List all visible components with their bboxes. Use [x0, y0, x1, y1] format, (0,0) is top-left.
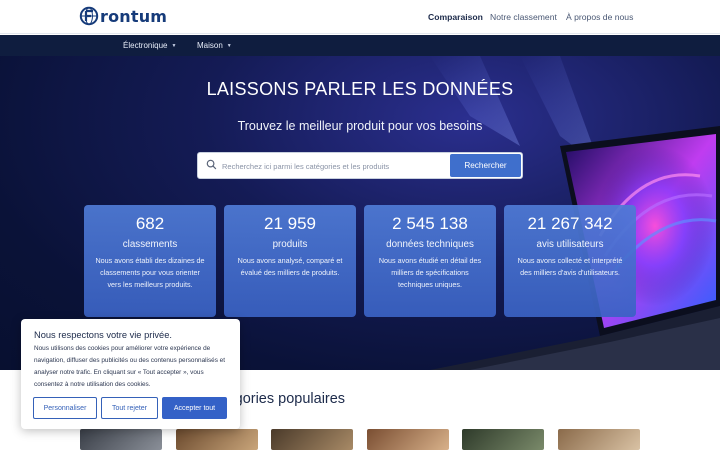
category-label: Électronique [123, 41, 168, 50]
category-bar: Électronique ▼ Maison ▼ [0, 35, 720, 56]
category-thumbnail[interactable] [271, 429, 353, 450]
category-thumbnail[interactable] [176, 429, 258, 450]
top-header: rontum Comparaison Notre classement À pr… [0, 0, 720, 34]
stat-card: 21 959 produits Nous avons analysé, comp… [224, 205, 356, 317]
chevron-down-icon: ▼ [171, 42, 177, 49]
stat-label: produits [272, 239, 308, 250]
stat-number: 2 545 138 [392, 214, 468, 233]
category-electronique[interactable]: Électronique ▼ [123, 41, 176, 50]
logo-text: rontum [100, 6, 168, 26]
reject-all-button[interactable]: Tout rejeter [101, 397, 158, 419]
stat-card: 682 classements Nous avons établi des di… [84, 205, 216, 317]
stat-label: classements [122, 239, 178, 250]
personaliser-button[interactable]: Personnaliser [33, 397, 97, 419]
nav-notre-classement[interactable]: Notre classement [490, 12, 557, 22]
stat-label: avis utilisateurs [536, 239, 604, 250]
logo[interactable]: rontum [79, 6, 167, 26]
nav-comparaison[interactable]: Comparaison [428, 12, 483, 22]
stat-card: 21 267 342 avis utilisateurs Nous avons … [504, 205, 636, 317]
stat-number: 21 959 [264, 214, 316, 233]
chevron-down-icon: ▼ [226, 42, 232, 49]
search-input[interactable] [222, 158, 446, 174]
stat-card: 2 545 138 données techniques Nous avons … [364, 205, 496, 317]
category-thumbnail[interactable] [80, 429, 162, 450]
stat-description: Nous avons analysé, comparé et évalué de… [237, 256, 343, 277]
stat-description: Nous avons collecté et interprété des mi… [517, 256, 623, 277]
stat-description: Nous avons établi des dizaines de classe… [95, 256, 205, 289]
stat-description: Nous avons étudié en détail des milliers… [378, 256, 482, 289]
category-thumbnail[interactable] [367, 429, 449, 450]
category-thumbnail[interactable] [462, 429, 544, 450]
search-icon [206, 159, 217, 170]
category-maison[interactable]: Maison ▼ [197, 41, 232, 50]
globe-f-icon [79, 6, 99, 26]
search-bar: Rechercher [197, 152, 523, 179]
hero-title: LAISSONS PARLER LES DONNÉES [206, 79, 514, 99]
nav-a-propos[interactable]: À propos de nous [566, 12, 633, 22]
category-label: Maison [197, 41, 223, 50]
cookie-text: Nous utilisons des cookies pour améliore… [34, 345, 226, 388]
cookie-banner: Nous respectons votre vie privée. Nous u… [21, 319, 240, 429]
accept-all-button[interactable]: Accepter tout [162, 397, 227, 419]
stat-number: 21 267 342 [527, 214, 613, 233]
stat-number: 682 [135, 214, 165, 233]
cookie-title: Nous respectons votre vie privée. [34, 330, 172, 340]
category-thumbnail[interactable] [558, 429, 640, 450]
stat-label: données techniques [386, 239, 474, 250]
hero-subtitle: Trouvez le meilleur produit pour vos bes… [237, 119, 483, 133]
search-button[interactable]: Rechercher [450, 154, 521, 177]
